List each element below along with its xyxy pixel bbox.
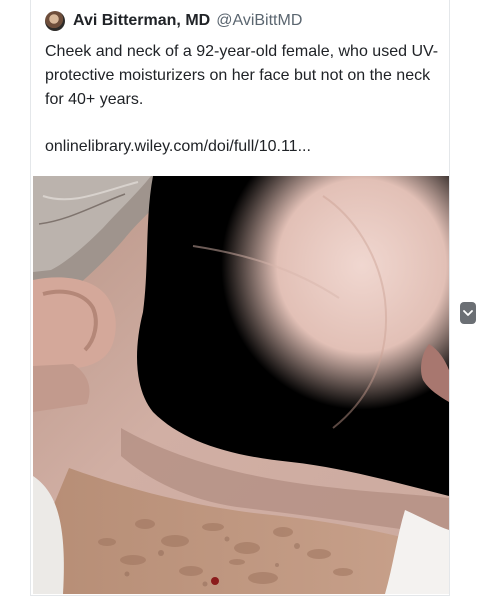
scroll-down-button[interactable] [460, 302, 476, 324]
author-name[interactable]: Avi Bitterman, MD [73, 12, 210, 30]
chevron-down-icon [463, 310, 473, 316]
avatar[interactable] [45, 11, 65, 31]
neck-skin-photo [33, 176, 449, 594]
tweet-card[interactable]: Avi Bitterman, MD @AviBittMD Cheek and n… [30, 0, 450, 596]
tweet-text: Cheek and neck of a 92-year-old female, … [45, 43, 439, 108]
tweet-header: Avi Bitterman, MD @AviBittMD [45, 10, 302, 32]
tweet-link[interactable]: onlinelibrary.wiley.com/doi/full/10.11..… [45, 138, 311, 156]
page: Avi Bitterman, MD @AviBittMD Cheek and n… [0, 0, 480, 600]
tweet-photo[interactable] [33, 176, 449, 594]
author-handle[interactable]: @AviBittMD [216, 12, 302, 30]
